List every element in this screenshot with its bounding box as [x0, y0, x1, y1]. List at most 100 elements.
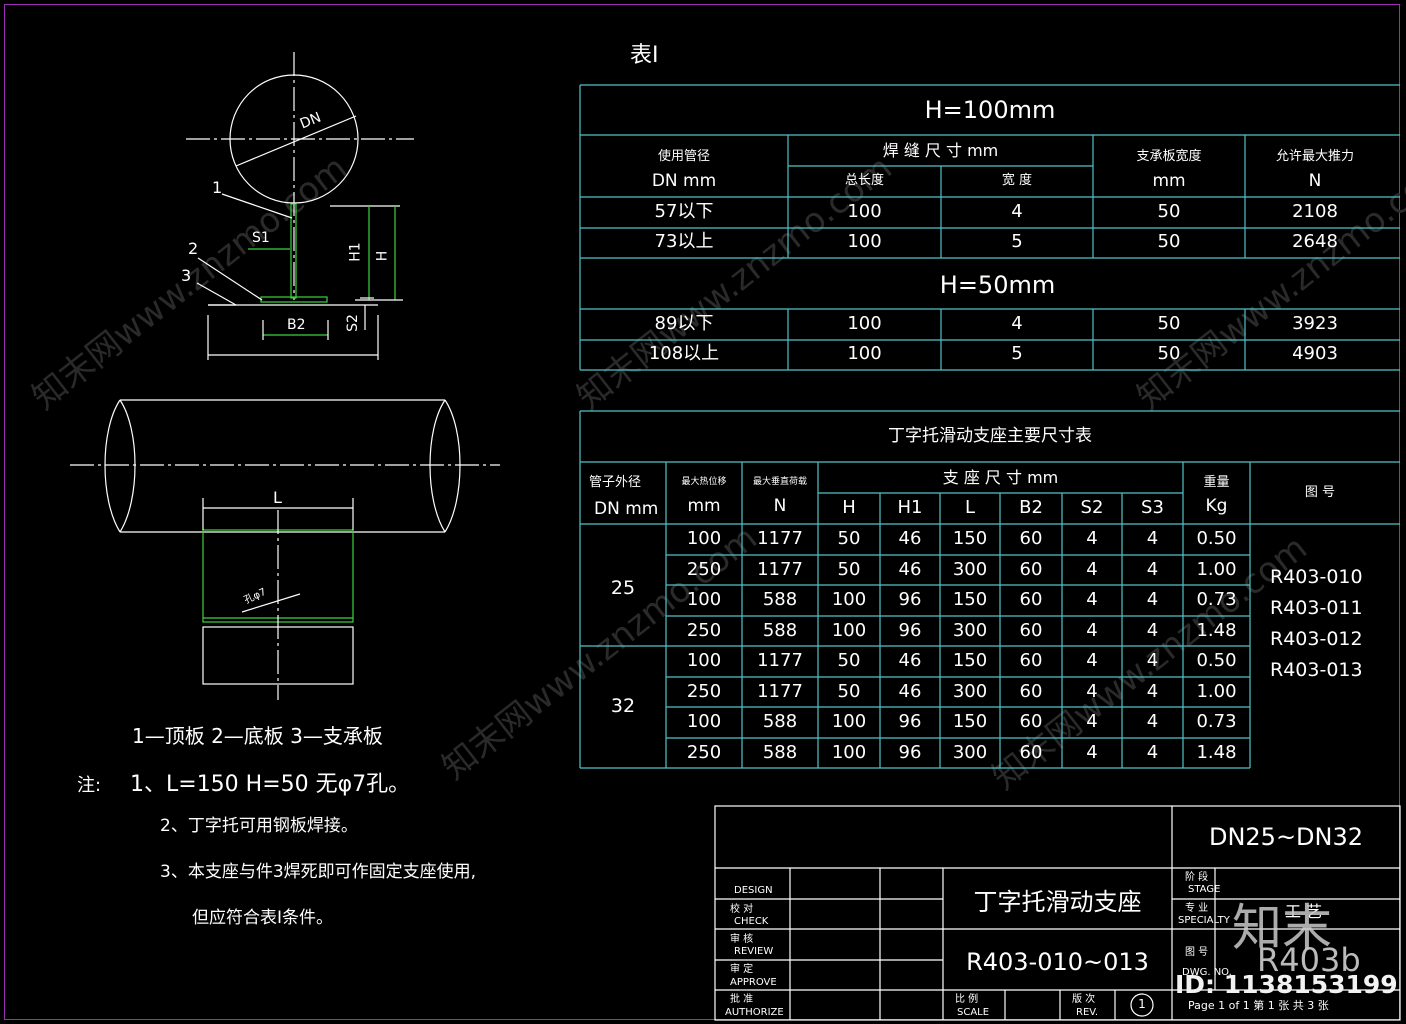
table2-h-weight-b: Kg [1205, 496, 1228, 516]
table2-dwg-number: R403-011 [1270, 597, 1363, 619]
table1-cell: 2108 [1292, 201, 1338, 222]
table2-cell: 150 [952, 589, 988, 610]
table2-h-dims: 支 座 尺 寸 mm [942, 468, 1059, 487]
tb-dwg-cn: 图 号 [1185, 947, 1209, 958]
table1-col-pipe-a: 使用管径 [657, 149, 710, 164]
watermark-logo: 知末 [1232, 899, 1332, 957]
label-b2: B2 [287, 317, 306, 333]
tb-authorize-cn: 批 准 [730, 994, 754, 1005]
table1-cell: 100 [847, 231, 882, 252]
table2-cell: 46 [898, 681, 922, 702]
table2-dwg-number: R403-010 [1270, 566, 1363, 588]
tb-check: CHECK [734, 916, 769, 927]
table2-cell: 4 [1086, 650, 1098, 671]
table2-sub-header: S2 [1080, 497, 1104, 518]
table1-cell: 5 [1011, 231, 1023, 252]
table2-cell: 1.48 [1196, 742, 1237, 763]
tb-approve-cn: 审 定 [730, 964, 754, 975]
tb-name: 丁字托滑动支座 [973, 888, 1142, 916]
table1-cell: 100 [847, 343, 882, 364]
table2-h-disp-a: 最大热位移 [681, 477, 727, 487]
table2-dwg-number: R403-012 [1270, 628, 1363, 650]
label-h: H [374, 250, 391, 262]
table1-col-pipe-b: DN mm [651, 171, 717, 191]
table2-cell: 150 [952, 528, 988, 549]
label-h1: H1 [347, 242, 364, 262]
table1-col-weld: 焊 缝 尺 寸 mm [882, 141, 999, 160]
table2-cell: 60 [1019, 650, 1043, 671]
table1-h100: H=100mm [924, 96, 1056, 124]
table2-cell: 50 [837, 528, 861, 549]
table2-cell: 0.50 [1196, 650, 1237, 671]
table2-cell: 300 [952, 681, 988, 702]
label-part-1: 1 [212, 178, 223, 197]
table2-h-load-a: 最大垂直荷载 [752, 477, 807, 487]
table2-cell: 100 [831, 589, 867, 610]
table2-cell: 4 [1086, 559, 1098, 580]
tb-stage-cn: 阶 段 [1185, 872, 1209, 883]
table2-cell: 60 [1019, 589, 1043, 610]
table2-cell: 4 [1086, 589, 1098, 610]
table2-cell: 4 [1086, 681, 1098, 702]
table2-cell: 60 [1019, 711, 1043, 732]
table1-col-len: 总长度 [844, 173, 884, 188]
tb-range: DN25~DN32 [1208, 823, 1364, 851]
table2-cell: 100 [831, 620, 867, 641]
table2-cell: 46 [898, 528, 922, 549]
tb-rev: REV. [1076, 1007, 1098, 1018]
table2-cell: 100 [686, 650, 722, 671]
table2-cell: 1177 [757, 681, 803, 702]
watermark-id: ID: 1138153199 [1175, 970, 1398, 999]
table1-cell: 100 [847, 201, 882, 222]
table2-h-pipe-a: 管子外径 [588, 475, 641, 490]
table2-cell: 100 [686, 528, 722, 549]
table2-cell: 1177 [757, 650, 803, 671]
table2-group-25: 25 [610, 577, 636, 599]
table2-cell: 0.50 [1196, 528, 1237, 549]
table2-sub-header: H [842, 497, 856, 518]
table2-cell: 100 [831, 742, 867, 763]
table2-cell: 96 [898, 742, 922, 763]
table2-cell: 46 [898, 650, 922, 671]
table2-cell: 588 [762, 620, 798, 641]
table1-cell: 100 [847, 313, 882, 334]
parts-legend: 1—顶板 2—底板 3—支承板 [132, 724, 383, 748]
tb-stage: STAGE [1188, 884, 1221, 895]
tb-number: R403-010~013 [966, 948, 1149, 976]
table2-cell: 60 [1019, 742, 1043, 763]
tb-design: DESIGN [734, 885, 773, 896]
table1-col-width: 宽 度 [1001, 173, 1033, 188]
table2-cell: 588 [762, 742, 798, 763]
table2-cell: 150 [952, 711, 988, 732]
table2-group-32: 32 [610, 695, 636, 717]
table1-cell: 108以上 [648, 343, 720, 364]
table2-cell: 50 [837, 650, 861, 671]
table2-h-dwg: 图 号 [1304, 485, 1336, 500]
table2-cell: 50 [837, 559, 861, 580]
table2-cell: 60 [1019, 559, 1043, 580]
tb-approve: APPROVE [730, 977, 777, 988]
table1-cell: 2648 [1292, 231, 1338, 252]
table2-cell: 150 [952, 650, 988, 671]
table1-cell: 89以下 [654, 313, 714, 334]
note-2: 2、丁字托可用钢板焊接。 [160, 816, 358, 836]
label-s1: S1 [252, 230, 270, 246]
table2-cell: 60 [1019, 528, 1043, 549]
table2-cell: 60 [1019, 681, 1043, 702]
table2-cell: 96 [898, 620, 922, 641]
note-3: 3、本支座与件3焊死即可作固定支座使用, [160, 862, 477, 882]
table2-h-pipe-b: DN mm [594, 499, 659, 519]
table2-cell: 250 [686, 681, 722, 702]
table2-cell: 4 [1146, 559, 1159, 580]
table2-cell: 0.73 [1196, 589, 1237, 610]
tb-special: SPECIALTY [1178, 915, 1230, 926]
table2-cell: 1177 [757, 528, 803, 549]
label-part-3: 3 [181, 266, 192, 285]
table1-cell: 50 [1157, 313, 1181, 334]
table2-cell: 96 [898, 589, 922, 610]
note-3b: 但应符合表Ⅰ条件。 [192, 908, 334, 928]
table2-cell: 588 [762, 589, 798, 610]
table1-cell: 5 [1011, 343, 1023, 364]
table1-cell: 4 [1011, 201, 1023, 222]
table1-cell: 50 [1157, 201, 1181, 222]
